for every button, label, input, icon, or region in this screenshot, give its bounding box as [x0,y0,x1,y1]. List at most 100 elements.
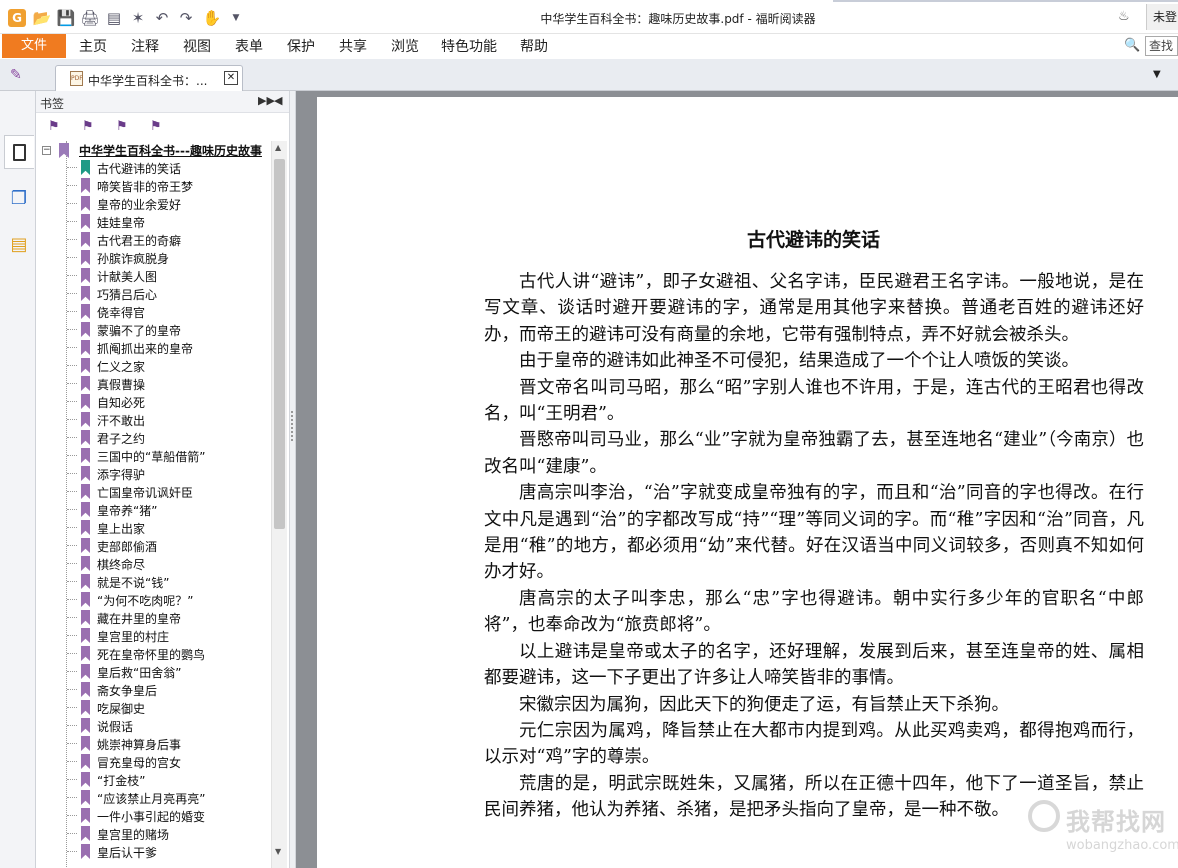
bookmark-item[interactable]: 皇上出家 [36,519,271,537]
bookmark-item[interactable]: 古代避讳的笑话 [36,159,271,177]
bookmark-item[interactable]: 皇后认干爹 [36,843,271,861]
bookmark-item[interactable]: 冒充皇母的宫女 [36,753,271,771]
bookmark-item[interactable]: 斋女争皇后 [36,681,271,699]
bookmark-item[interactable]: 自知必死 [36,393,271,411]
page-heading: 古代避讳的笑话 [746,229,880,251]
document-view[interactable]: 古代避讳的笑话 古代人讲“避讳”，即子女避祖、父名字讳，臣民避君王名字讳。一般地… [296,91,1178,868]
tree-connector [67,311,77,312]
tree-connector [67,833,77,834]
menu-features[interactable]: 特色功能 [441,36,497,56]
bookmark-add-icon[interactable]: ⚑ [82,119,98,135]
bookmark-goto-icon[interactable]: ⚑ [116,119,132,135]
bookmark-item[interactable]: 三国中的“草船借箭” [36,447,271,465]
bookmark-label: 仁义之家 [97,360,146,374]
bookmark-item[interactable]: 侥幸得官 [36,303,271,321]
bookmark-item[interactable]: 皇帝的业余爱好 [36,195,271,213]
menu-share[interactable]: 共享 [339,36,367,56]
bookmark-item[interactable]: 说假话 [36,717,271,735]
comments-icon: ▤ [10,233,28,255]
bookmarks-panel-button[interactable] [4,135,34,169]
menu-browse[interactable]: 浏览 [391,36,419,56]
bookmark-item[interactable]: 君子之约 [36,429,271,447]
expand-panel-icon[interactable]: ▶▶ [258,94,275,107]
splitter-grip[interactable] [291,411,295,441]
bookmark-label: 就是不说“钱” [97,576,170,590]
bookmark-item[interactable]: 吏部郎偷酒 [36,537,271,555]
file-menu-button[interactable]: 文件 [2,34,66,58]
bookmark-flag-icon [81,412,90,427]
account-icon[interactable]: ♨ [1118,9,1134,25]
bookmark-item[interactable]: 皇宫里的村庄 [36,627,271,645]
document-tab[interactable]: PDF 中华学生百科全书：... ✕ [55,65,243,91]
search-input[interactable]: 查找 [1145,36,1178,56]
bookmark-item[interactable]: 古代君王的奇癖 [36,231,271,249]
scroll-up-icon[interactable]: ▲ [275,143,281,152]
menu-protect[interactable]: 保护 [287,36,315,56]
bookmark-flag-icon [81,664,90,679]
bookmark-item[interactable]: 皇帝养“猪” [36,501,271,519]
bookmark-item[interactable]: 吃屎御史 [36,699,271,717]
close-tab-button[interactable]: ✕ [224,71,238,85]
tab-list-dropdown-icon[interactable]: ▼ [1153,69,1161,80]
find-folder-icon[interactable]: 🔍 [1124,38,1140,54]
bookmark-item[interactable]: 死在皇帝怀里的鹦鸟 [36,645,271,663]
menu-home[interactable]: 主页 [79,36,107,56]
bookmark-label: 皇帝养“猪” [97,504,158,518]
scroll-down-icon[interactable]: ▼ [275,847,281,856]
menu-comment[interactable]: 注释 [131,36,159,56]
tree-connector [67,653,77,654]
bookmark-item[interactable]: 藏在井里的皇帝 [36,609,271,627]
bookmark-item[interactable]: 汗不敢出 [36,411,271,429]
ribbon-menu: 文件 主页 注释 视图 表单 保护 共享 浏览 特色功能 帮助 🔍 查找 [0,34,1178,59]
comments-panel-button[interactable]: ▤ [4,227,34,261]
bookmark-delete-icon[interactable]: ⚑ [48,119,64,135]
bookmark-item[interactable]: 就是不说“钱” [36,573,271,591]
bookmark-item[interactable]: “应该禁止月亮再亮” [36,789,271,807]
login-button[interactable]: 未登 [1146,4,1178,30]
bookmark-item[interactable]: 抓阄抓出来的皇帝 [36,339,271,357]
paragraph: 古代人讲“避讳”，即子女避祖、父名字讳，臣民避君王名字讳。一般地说，是在写文章、… [484,272,1144,345]
pages-panel-button[interactable]: ❐ [4,181,34,215]
collapse-panel-icon[interactable]: ◀ [274,94,282,107]
bookmark-item[interactable]: 仁义之家 [36,357,271,375]
bookmark-label: 亡国皇帝讥讽奸臣 [97,486,194,500]
bookmark-search-icon[interactable]: ⚑ [150,119,166,135]
bookmark-item[interactable]: 计献美人图 [36,267,271,285]
bookmark-flag-icon [81,790,90,805]
bookmark-root[interactable]: − 中华学生百科全书---趣味历史故事 [42,141,271,159]
bookmark-scrollbar[interactable]: ▲ ▼ [271,141,287,868]
bookmark-item[interactable]: 啼笑皆非的帝王梦 [36,177,271,195]
bookmark-item[interactable]: 蒙骗不了的皇帝 [36,321,271,339]
bookmark-item[interactable]: 一件小事引起的婚变 [36,807,271,825]
bookmark-item[interactable]: 皇后救“田舍翁” [36,663,271,681]
tree-connector [67,239,77,240]
bookmark-item[interactable]: 娃娃皇帝 [36,213,271,231]
bookmark-item[interactable]: 真假曹操 [36,375,271,393]
bookmark-item[interactable]: “为何不吃肉呢？” [36,591,271,609]
bookmark-label: 皇后认干爹 [97,846,158,860]
menu-view[interactable]: 视图 [183,36,211,56]
bookmark-item[interactable]: 皇宫里的赌场 [36,825,271,843]
bookmark-item[interactable]: 孙膑诈疯脱身 [36,249,271,267]
collapse-toggle-icon[interactable]: − [42,146,51,155]
menu-help[interactable]: 帮助 [520,36,548,56]
bookmark-item[interactable]: 亡国皇帝讥讽奸臣 [36,483,271,501]
bookmark-label: 吏部郎偷酒 [97,540,158,554]
tree-connector [67,401,77,402]
bookmark-flag-icon [81,304,90,319]
bookmark-item[interactable]: “打金枝” [36,771,271,789]
bookmark-label: 说假话 [97,720,134,734]
paragraph: 唐高宗的太子叫李忠，那么“忠”字也得避讳。朝中实行多少年的官职名“中郎将”，也奉… [484,588,1144,636]
menu-form[interactable]: 表单 [235,36,263,56]
scroll-thumb[interactable] [274,159,285,529]
bookmark-item[interactable]: 棋终命尽 [36,555,271,573]
tree-connector [67,491,77,492]
bookmark-item[interactable]: 姚崇神算身后事 [36,735,271,753]
panel-splitter[interactable] [289,91,296,868]
sign-icon[interactable]: ✎ [10,67,28,85]
bookmark-label: 皇宫里的赌场 [97,828,170,842]
tree-connector [67,581,77,582]
bookmark-item[interactable]: 添字得驴 [36,465,271,483]
bookmark-item[interactable]: 巧猜吕后心 [36,285,271,303]
tree-connector [67,689,77,690]
